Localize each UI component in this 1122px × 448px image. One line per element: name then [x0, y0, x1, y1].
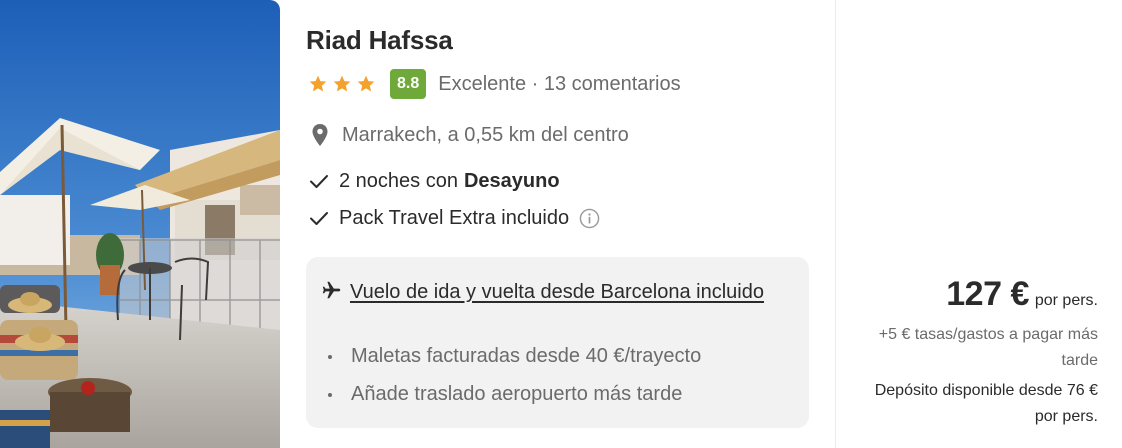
location-text: Marrakech, a 0,55 km del centro — [342, 123, 629, 146]
bullet-dot — [328, 392, 332, 397]
price-amount: 127 € — [946, 275, 1029, 313]
info-icon[interactable] — [579, 208, 600, 229]
nights-included-row: 2 noches con Desayuno — [306, 167, 560, 195]
baggage-text: Maletas facturadas desde 40 €/trayecto — [351, 345, 702, 367]
nights-text: 2 noches con — [339, 169, 458, 192]
star-icon — [357, 75, 375, 92]
deposit-text: Depósito disponible desde 76 € por pers. — [874, 382, 1098, 425]
hotel-photo[interactable] — [0, 0, 280, 448]
location-pin-icon — [312, 124, 328, 146]
plane-icon — [322, 281, 341, 299]
check-icon — [310, 212, 328, 225]
price-column: 127 € por pers. +5 € tasas/gastos a paga… — [835, 0, 1122, 448]
star-icon — [333, 75, 351, 92]
check-icon — [310, 175, 328, 188]
pack-included-row: Pack Travel Extra incluido — [306, 204, 600, 232]
score-badge: 8.8 — [390, 69, 427, 99]
baggage-bullet: Maletas facturadas desde 40 €/trayecto — [328, 345, 701, 368]
hotel-details: Riad Hafssa 8.8 Excelente · 13 comentari… — [306, 0, 816, 448]
pack-text: Pack Travel Extra incluido — [339, 206, 570, 229]
price-line: 127 € por pers. — [946, 275, 1098, 314]
board-type: Desayuno — [463, 169, 560, 192]
location-row: Marrakech, a 0,55 km del centro — [306, 120, 629, 150]
rating-row: 8.8 Excelente · 13 comentarios — [306, 68, 681, 100]
rooftop-terrace-image — [0, 0, 280, 448]
star-icon — [309, 75, 327, 92]
star-rating — [308, 74, 376, 94]
price-per-person: por pers. — [1034, 292, 1098, 309]
transfer-text: Añade traslado aeropuerto más tarde — [351, 383, 683, 405]
rating-reviews-text[interactable]: Excelente · 13 comentarios — [438, 73, 680, 96]
bullet-dot — [328, 354, 332, 359]
hotel-name[interactable]: Riad Hafssa — [306, 25, 453, 56]
hotel-card[interactable]: Riad Hafssa 8.8 Excelente · 13 comentari… — [0, 0, 1122, 448]
transfer-bullet: Añade traslado aeropuerto más tarde — [328, 383, 682, 406]
flight-info-box: Vuelo de ida y vuelta desde Barcelona in… — [306, 257, 809, 428]
flight-link[interactable]: Vuelo de ida y vuelta desde Barcelona in… — [350, 276, 770, 308]
fees-text: +5 € tasas/gastos a pagar más tarde — [878, 326, 1098, 369]
